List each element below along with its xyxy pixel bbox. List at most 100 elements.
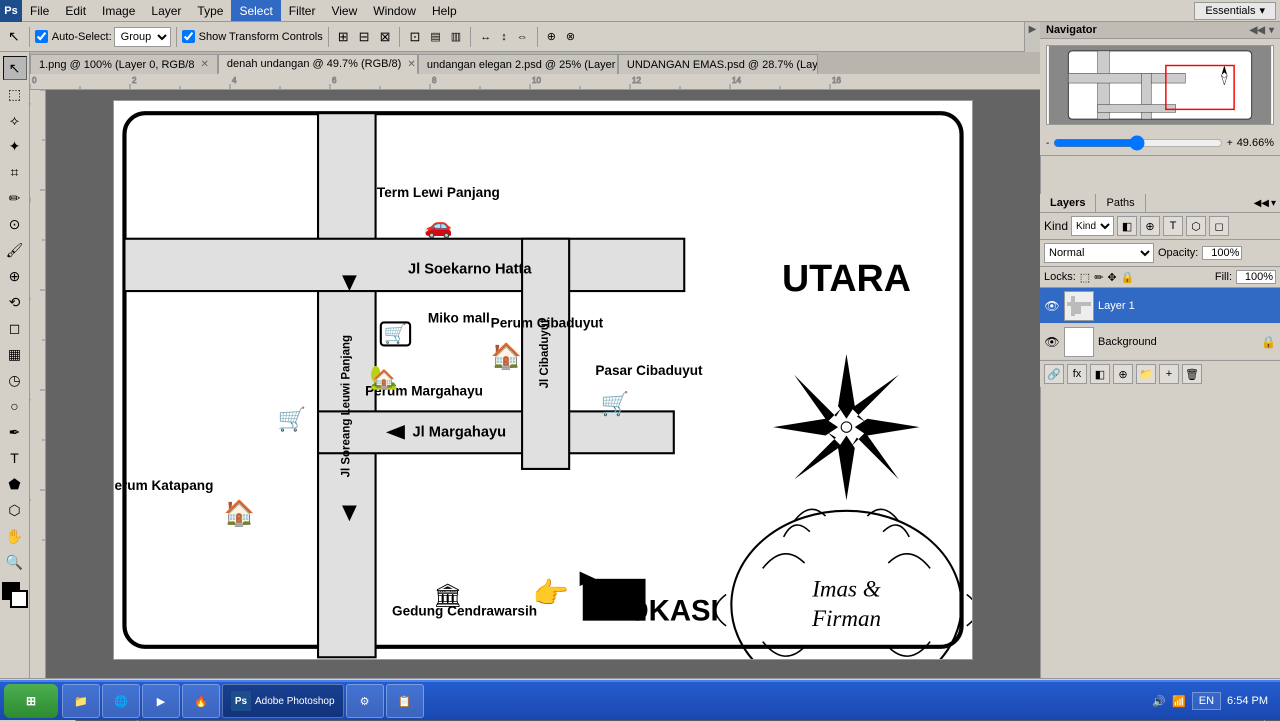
menu-layer[interactable]: Layer [143, 0, 189, 21]
lasso-tool[interactable]: ⟡ [3, 108, 27, 132]
navigator-collapse[interactable]: ▾ [1269, 25, 1274, 36]
layers-filter-adjustment[interactable]: ⊕ [1140, 216, 1160, 236]
paths-tab[interactable]: Paths [1096, 194, 1145, 212]
canvas-area[interactable]: Jl Soekarno Hatta Jl Soreang Leuwi Panja… [46, 90, 1040, 678]
pen-tool[interactable]: ✒ [3, 420, 27, 444]
extra-btn-2[interactable]: ⊗ [562, 26, 579, 48]
dist-other-btn[interactable]: ⇔ [513, 26, 532, 48]
menu-window[interactable]: Window [365, 0, 424, 21]
menu-type[interactable]: Type [189, 0, 231, 21]
dist-h-btn[interactable]: ↔ [476, 26, 495, 48]
tab-denah[interactable]: denah undangan @ 49.7% (RGB/8) ✕ [218, 54, 418, 74]
layers-filter-shape[interactable]: ⬡ [1186, 216, 1206, 236]
lock-pixels[interactable]: ✏ [1094, 271, 1103, 284]
nav-zoom-plus[interactable]: + [1227, 138, 1233, 149]
taskbar-app6[interactable]: ⚙ [346, 684, 384, 718]
main-canvas[interactable]: Jl Soekarno Hatta Jl Soreang Leuwi Panja… [113, 100, 973, 660]
volume-icon[interactable]: 🔊 [1152, 695, 1166, 708]
layer-row-background[interactable]: 👁 Background 🔒 [1040, 324, 1280, 360]
fill-value[interactable]: 100% [1236, 270, 1276, 284]
align-vmid-btn[interactable]: ▤ [426, 26, 444, 48]
menu-help[interactable]: Help [424, 0, 465, 21]
nav-zoom-minus[interactable]: - [1046, 138, 1049, 149]
align-left-btn[interactable]: ⊞ [334, 26, 353, 48]
layer-row-layer1[interactable]: 👁 Layer 1 [1040, 288, 1280, 324]
layers-filter-pixel[interactable]: ◧ [1117, 216, 1137, 236]
align-center-btn[interactable]: ⊟ [355, 26, 374, 48]
dodge-tool[interactable]: ○ [3, 394, 27, 418]
tab-1png[interactable]: 1.png @ 100% (Layer 0, RGB/8 ✕ [30, 54, 218, 74]
layers-filter-type[interactable]: T [1163, 216, 1183, 236]
move-tool[interactable]: ↖ [3, 56, 27, 80]
menu-file[interactable]: File [22, 0, 57, 21]
taskbar-media-player[interactable]: ▶ [142, 684, 180, 718]
layer-delete-btn[interactable]: 🗑 [1182, 364, 1202, 384]
eyedropper[interactable]: ✏ [3, 186, 27, 210]
taskbar-explorer[interactable]: 📁 [62, 684, 100, 718]
menu-filter[interactable]: Filter [281, 0, 324, 21]
clone-stamp[interactable]: ⊕ [3, 264, 27, 288]
shape-tool[interactable]: ⬡ [3, 498, 27, 522]
menu-select[interactable]: Select [231, 0, 280, 21]
layer-group-btn[interactable]: 📁 [1136, 364, 1156, 384]
blur-tool[interactable]: ◷ [3, 368, 27, 392]
taskbar-ie[interactable]: 🌐 [102, 684, 140, 718]
navigator-collapse-left[interactable]: ◀◀ [1250, 25, 1265, 36]
layer-eye-background[interactable]: 👁 [1044, 334, 1060, 350]
hand-tool[interactable]: ✋ [3, 524, 27, 548]
menu-image[interactable]: Image [94, 0, 143, 21]
layers-blend-mode[interactable]: Normal Multiply Screen [1044, 243, 1154, 263]
network-icon[interactable]: 📶 [1172, 695, 1186, 708]
magic-wand[interactable]: ✦ [3, 134, 27, 158]
layers-kind-select[interactable]: Kind [1071, 216, 1114, 236]
taskbar-photoshop[interactable]: Ps Adobe Photoshop [222, 684, 344, 718]
menu-edit[interactable]: Edit [57, 0, 94, 21]
tab-1png-close[interactable]: ✕ [200, 59, 208, 70]
layer-new-btn[interactable]: + [1159, 364, 1179, 384]
layer-link-btn[interactable]: 🔗 [1044, 364, 1064, 384]
lock-position[interactable]: ✥ [1107, 271, 1116, 284]
auto-select-checkbox[interactable] [35, 30, 48, 43]
layers-collapse-left[interactable]: ◀◀ [1254, 198, 1269, 209]
type-tool[interactable]: T [3, 446, 27, 470]
extra-btn-1[interactable]: ⊕ [543, 26, 560, 48]
layers-filter-smart[interactable]: ◻ [1209, 216, 1229, 236]
history-brush[interactable]: ⟲ [3, 290, 27, 314]
layer-adjustment-btn[interactable]: ⊕ [1113, 364, 1133, 384]
background-color[interactable] [10, 590, 28, 608]
menu-view[interactable]: View [323, 0, 365, 21]
layers-collapse[interactable]: ▾ [1271, 198, 1276, 209]
taskbar-firewall[interactable]: 🔥 [182, 684, 220, 718]
layer-effect-btn[interactable]: fx [1067, 364, 1087, 384]
layers-tab[interactable]: Layers [1040, 194, 1096, 212]
move-tool-options[interactable]: ↖ [4, 26, 24, 48]
selection-tool[interactable]: ⬚ [3, 82, 27, 106]
zoom-tool[interactable]: 🔍 [3, 550, 27, 574]
path-tool[interactable]: ⬟ [3, 472, 27, 496]
system-clock[interactable]: 6:54 PM [1227, 694, 1268, 708]
crop-tool[interactable]: ⌗ [3, 160, 27, 184]
taskbar-app7[interactable]: 📋 [386, 684, 424, 718]
healing-brush[interactable]: ⊙ [3, 212, 27, 236]
language-button[interactable]: EN [1192, 692, 1221, 710]
layers-opacity-value[interactable]: 100% [1202, 246, 1242, 260]
navigator-zoom-slider[interactable] [1053, 135, 1223, 151]
eraser-tool[interactable]: ◻ [3, 316, 27, 340]
tab-undangan-elegan[interactable]: undangan elegan 2.psd @ 25% (Layer 11, R… [418, 54, 618, 74]
gradient-tool[interactable]: ▦ [3, 342, 27, 366]
tab-denah-close[interactable]: ✕ [407, 59, 415, 70]
brush-tool[interactable]: 🖌 [3, 238, 27, 262]
dist-v-btn[interactable]: ↕ [497, 26, 511, 48]
layer-eye-layer1[interactable]: 👁 [1044, 298, 1060, 314]
layer-mask-btn[interactable]: ◧ [1090, 364, 1110, 384]
align-top-btn[interactable]: ⊡ [405, 26, 424, 48]
lock-transparent[interactable]: ⬚ [1080, 271, 1090, 284]
essentials-button[interactable]: Essentials ▾ [1194, 2, 1276, 20]
start-button[interactable]: ⊞ [4, 684, 58, 718]
auto-select-type[interactable]: Group Layer [114, 27, 171, 47]
show-transform-checkbox[interactable] [182, 30, 195, 43]
navigator-preview[interactable] [1046, 45, 1274, 125]
align-right-btn[interactable]: ⊠ [376, 26, 395, 48]
panel-expand-btn[interactable]: ▶ [1026, 22, 1040, 36]
align-bottom-btn[interactable]: ▥ [447, 26, 465, 48]
